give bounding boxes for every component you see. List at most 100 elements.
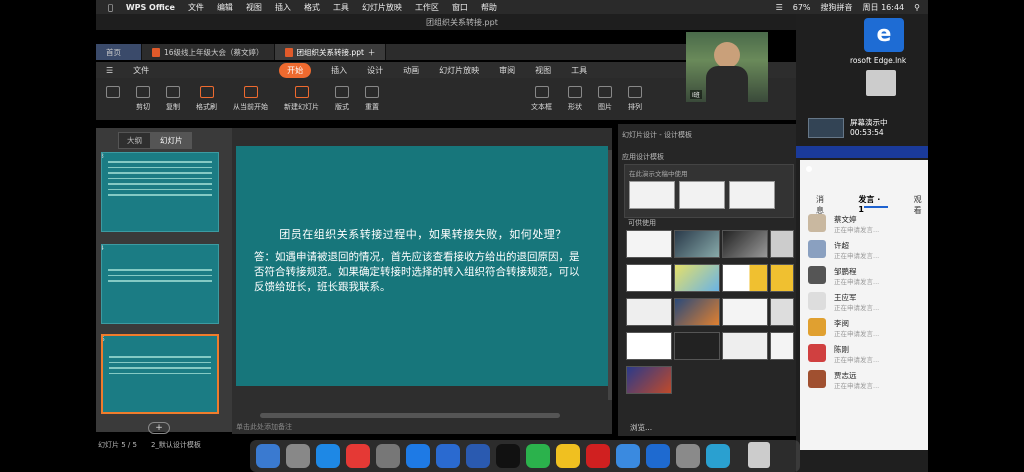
menu-item-format[interactable]: 格式 bbox=[304, 2, 320, 13]
menu-item-slideshow[interactable]: 幻灯片放映 bbox=[362, 2, 402, 13]
ribbon-tab-insert[interactable]: 插入 bbox=[331, 65, 347, 76]
member-row[interactable]: 李阅 正在申请发言... bbox=[806, 316, 926, 338]
safari-icon[interactable] bbox=[316, 444, 340, 468]
slide-thumbnail-5[interactable]: 5 bbox=[101, 334, 219, 414]
qq-icon[interactable] bbox=[496, 444, 520, 468]
copy-button[interactable]: 复制 bbox=[166, 86, 180, 112]
template-thumbnail[interactable] bbox=[674, 264, 720, 292]
tencent-meeting-icon[interactable] bbox=[646, 444, 670, 468]
member-row[interactable]: 邹鹏程 正在申请发言... bbox=[806, 264, 926, 286]
tab-current-doc[interactable]: 团组织关系转接.ppt ＋ bbox=[274, 44, 387, 60]
format-painter-button[interactable]: 格式刷 bbox=[196, 86, 217, 112]
menu-item-view[interactable]: 视图 bbox=[246, 2, 262, 13]
new-slide-button[interactable]: 新建幻灯片 bbox=[284, 86, 319, 112]
ribbon-tab-review[interactable]: 审阅 bbox=[499, 65, 515, 76]
system-preferences-icon[interactable] bbox=[376, 444, 400, 468]
layout-button[interactable]: 版式 bbox=[335, 86, 349, 112]
finder-icon[interactable] bbox=[256, 444, 280, 468]
yellow-app-icon[interactable] bbox=[556, 444, 580, 468]
screen-share-indicator[interactable]: 屏幕演示中 00:53:54 bbox=[808, 118, 888, 138]
template-thumbnail[interactable] bbox=[674, 298, 720, 326]
template-thumbnail[interactable] bbox=[626, 264, 672, 292]
template-thumbnail[interactable] bbox=[770, 264, 794, 292]
member-row[interactable]: 陈刚 正在申请发言... bbox=[806, 342, 926, 364]
menu-icon[interactable]: ☰ bbox=[106, 66, 113, 75]
tab-slides[interactable]: 幻灯片 bbox=[151, 132, 192, 149]
app-store-icon[interactable] bbox=[406, 444, 430, 468]
template-thumbnail[interactable] bbox=[629, 181, 675, 209]
wechat-icon[interactable] bbox=[526, 444, 550, 468]
template-thumbnail[interactable] bbox=[770, 298, 794, 326]
template-thumbnail[interactable] bbox=[674, 230, 720, 258]
member-row[interactable]: 贾志远 正在申请发言... bbox=[806, 368, 926, 390]
template-thumbnail[interactable] bbox=[626, 366, 672, 394]
template-thumbnail[interactable] bbox=[674, 332, 720, 360]
disk-drive-icon[interactable] bbox=[866, 70, 896, 96]
preview-icon[interactable] bbox=[676, 444, 700, 468]
wps-icon[interactable] bbox=[466, 444, 490, 468]
menu-item-file[interactable]: 文件 bbox=[188, 2, 204, 13]
ribbon-tab-design[interactable]: 设计 bbox=[367, 65, 383, 76]
member-row[interactable]: 王应军 正在申请发言... bbox=[806, 290, 926, 312]
launchpad-icon[interactable] bbox=[286, 444, 310, 468]
play-from-current-button[interactable]: 从当前开始 bbox=[233, 86, 268, 112]
search-icon[interactable]: ⚲ bbox=[914, 3, 920, 12]
app-name[interactable]: WPS Office bbox=[126, 3, 175, 12]
menu-item-insert[interactable]: 插入 bbox=[275, 2, 291, 13]
reset-button[interactable]: 重置 bbox=[365, 86, 379, 112]
ribbon-tab-slideshow[interactable]: 幻灯片放映 bbox=[439, 65, 479, 76]
edge-browser-icon[interactable]: e bbox=[864, 18, 904, 52]
menu-item-edit[interactable]: 编辑 bbox=[217, 2, 233, 13]
template-thumbnail[interactable] bbox=[722, 264, 768, 292]
menu-item-tools[interactable]: 工具 bbox=[333, 2, 349, 13]
slide-thumbnail-3[interactable]: 3 bbox=[101, 152, 219, 232]
menu-item-window[interactable]: 窗口 bbox=[452, 2, 468, 13]
slide-answer-text[interactable]: 答：如遇申请被退回的情况，首先应该查看接收方给出的退回原因，是否符合转接规范。如… bbox=[254, 250, 588, 295]
clock[interactable]: 周日 16:44 bbox=[863, 2, 905, 13]
tab-home[interactable]: 首页 bbox=[96, 44, 142, 60]
member-row[interactable]: 蔡文婷 正在申请发言... bbox=[806, 212, 926, 234]
ribbon-tab-tools[interactable]: 工具 bbox=[571, 65, 587, 76]
menu-item-workspace[interactable]: 工作区 bbox=[415, 2, 439, 13]
shape-button[interactable]: 形状 bbox=[568, 86, 582, 112]
template-thumbnail[interactable] bbox=[729, 181, 775, 209]
tab-meeting-doc[interactable]: 16级线上年级大会（蔡文婷） bbox=[142, 44, 275, 60]
vertical-scrollbar[interactable] bbox=[608, 150, 612, 400]
notes-placeholder[interactable]: 单击此处添加备注 bbox=[236, 422, 292, 432]
template-thumbnail[interactable] bbox=[722, 332, 768, 360]
template-thumbnail[interactable] bbox=[722, 298, 768, 326]
template-thumbnail[interactable] bbox=[626, 332, 672, 360]
wifi-icon[interactable]: ☰ bbox=[776, 3, 783, 12]
template-thumbnail[interactable] bbox=[626, 230, 672, 258]
tab-outline[interactable]: 大纲 bbox=[118, 132, 151, 149]
battery-level[interactable]: 67% bbox=[793, 3, 811, 12]
textbox-button[interactable]: 文本框 bbox=[531, 86, 552, 112]
add-tab-icon[interactable]: ＋ bbox=[368, 47, 376, 58]
member-row[interactable]: 许超 正在申请发言... bbox=[806, 238, 926, 260]
add-slide-button[interactable]: + bbox=[148, 422, 170, 434]
slide-question-text[interactable]: 团员在组织关系转接过程中，如果转接失败，如何处理？ bbox=[258, 226, 588, 242]
trash-icon[interactable] bbox=[748, 442, 770, 468]
picture-button[interactable]: 图片 bbox=[598, 86, 612, 112]
netease-music-icon[interactable] bbox=[586, 444, 610, 468]
cut-button[interactable]: 剪切 bbox=[136, 86, 150, 112]
edge-shortcut-label[interactable]: rosoft Edge.lnk bbox=[850, 56, 906, 65]
chrome-icon[interactable] bbox=[346, 444, 370, 468]
apple-icon[interactable]:  bbox=[108, 3, 113, 12]
template-thumbnail[interactable] bbox=[770, 332, 794, 360]
ribbon-tab-animation[interactable]: 动画 bbox=[403, 65, 419, 76]
chat-app-icon[interactable] bbox=[616, 444, 640, 468]
template-thumbnail[interactable] bbox=[626, 298, 672, 326]
browse-templates-link[interactable]: 浏览... bbox=[630, 422, 652, 433]
ribbon-file[interactable]: 文件 bbox=[133, 65, 149, 76]
menu-item-help[interactable]: 帮助 bbox=[481, 2, 497, 13]
template-thumbnail[interactable] bbox=[679, 181, 725, 209]
template-thumbnail[interactable] bbox=[722, 230, 768, 258]
ribbon-tab-view[interactable]: 视图 bbox=[535, 65, 551, 76]
presenter-video[interactable]: Ⅰ班 bbox=[686, 32, 768, 102]
current-slide[interactable]: 团员在组织关系转接过程中，如果转接失败，如何处理？ 答：如遇申请被退回的情况，首… bbox=[236, 146, 608, 386]
paste-button[interactable] bbox=[106, 86, 120, 98]
ribbon-tab-start[interactable]: 开始 bbox=[279, 62, 312, 78]
voice-app-icon[interactable] bbox=[706, 444, 730, 468]
template-thumbnail[interactable] bbox=[770, 230, 794, 258]
